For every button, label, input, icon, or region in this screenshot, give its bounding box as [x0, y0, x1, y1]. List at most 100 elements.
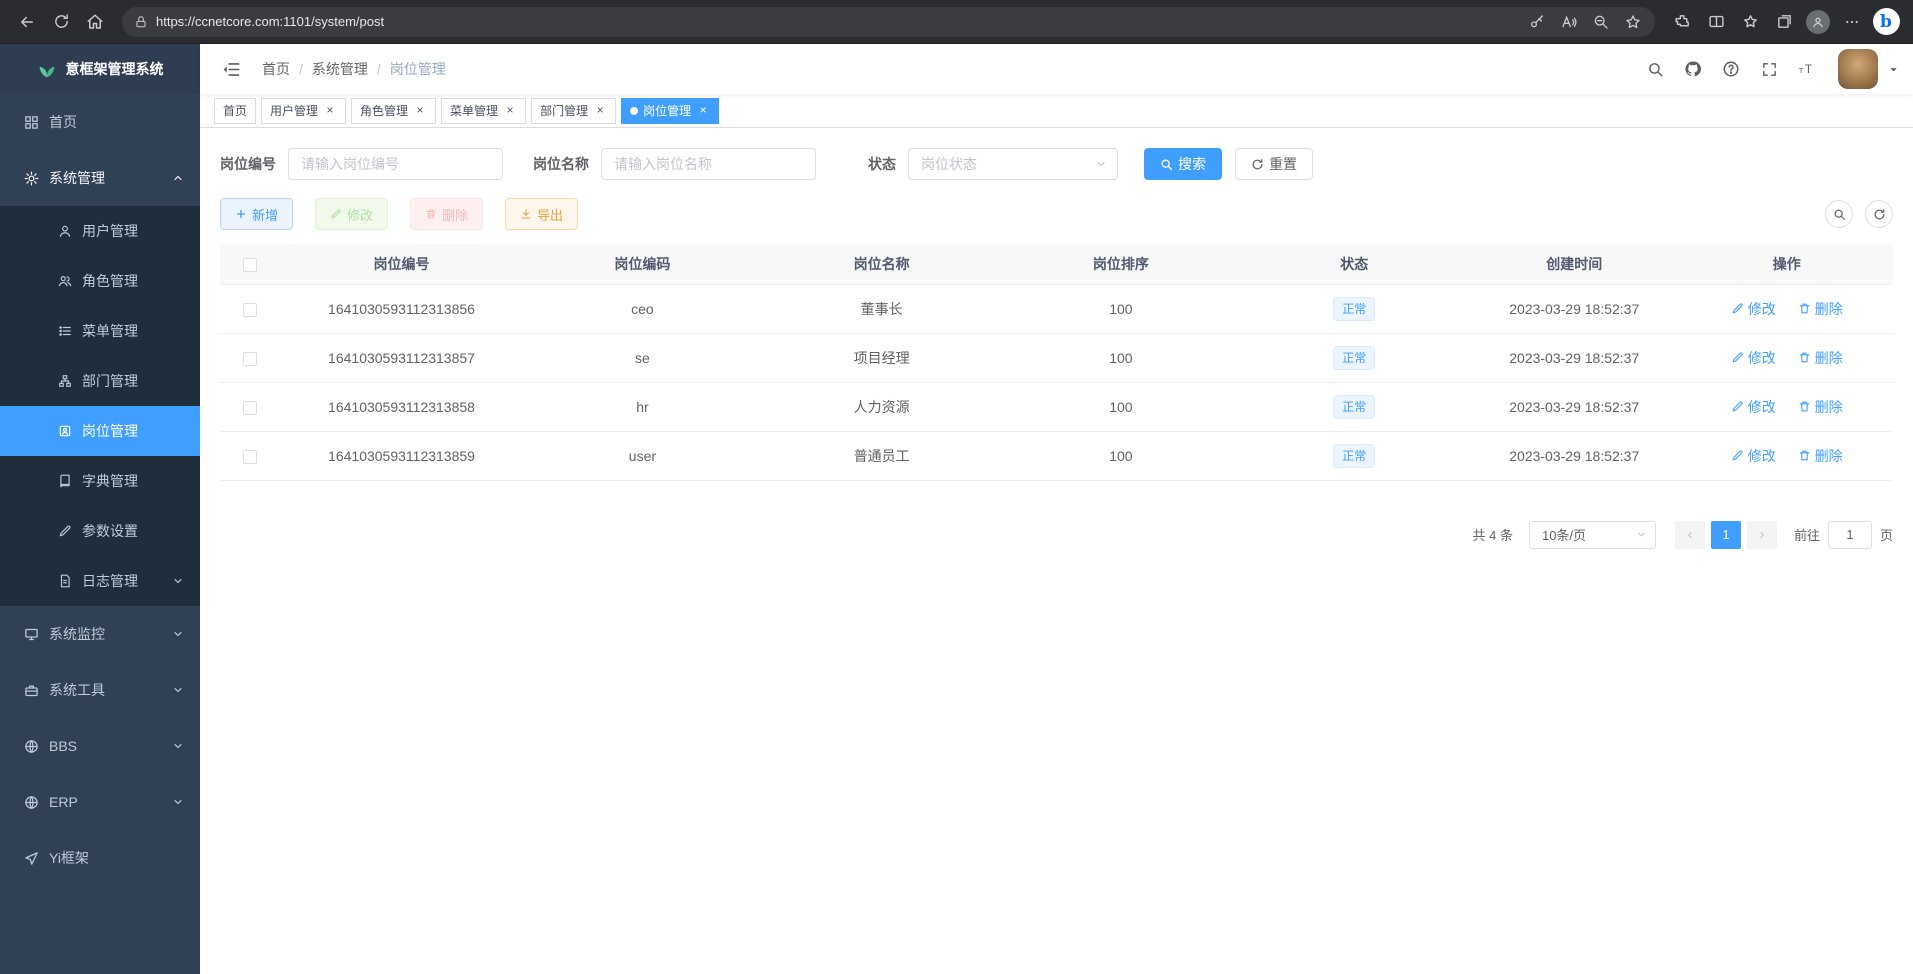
edit-button[interactable]: 修改 — [315, 198, 388, 230]
help-button[interactable] — [1716, 54, 1746, 84]
favorite-this-page-button[interactable] — [1617, 9, 1649, 35]
tab-close-icon[interactable]: × — [323, 104, 337, 118]
split-screen-button[interactable] — [1699, 6, 1733, 38]
zoom-button[interactable] — [1585, 9, 1617, 35]
font-size-button[interactable]: TT — [1792, 54, 1822, 84]
show-search-button[interactable] — [1825, 200, 1853, 228]
status-badge: 正常 — [1333, 346, 1375, 370]
row-checkbox[interactable] — [243, 303, 257, 317]
browser-home-button[interactable] — [78, 6, 112, 38]
monitor-icon — [24, 627, 39, 642]
tab-close-icon[interactable]: × — [413, 104, 427, 118]
table-toolbar: 新增 修改 删除 导出 — [220, 198, 1893, 230]
svg-text:T: T — [1799, 66, 1804, 75]
row-edit-link[interactable]: 修改 — [1731, 446, 1776, 466]
export-button[interactable]: 导出 — [505, 198, 578, 230]
reload-button[interactable] — [44, 6, 78, 38]
sidebar-item-dictionary[interactable]: 字典管理 — [0, 456, 200, 506]
avatar-caret-button[interactable] — [1888, 64, 1899, 75]
post-code-input[interactable] — [288, 148, 503, 180]
status-select[interactable]: 岗位状态 — [908, 148, 1118, 180]
chevron-down-icon — [172, 684, 184, 696]
password-button[interactable] — [1521, 9, 1553, 35]
sidebar-item-departments[interactable]: 部门管理 — [0, 356, 200, 406]
sidebar-item-system[interactable]: 系统管理 — [0, 150, 200, 206]
page-number-button[interactable]: 1 — [1711, 521, 1741, 549]
table-row[interactable]: 1641030593112313858 hr 人力资源 100 正常 2023-… — [220, 382, 1893, 431]
sidebar-item-posts[interactable]: 岗位管理 — [0, 406, 200, 456]
delete-button[interactable]: 删除 — [410, 198, 483, 230]
tab-home[interactable]: 首页 — [214, 98, 256, 124]
page-size-select[interactable]: 10条/页 — [1529, 521, 1656, 549]
sidebar-item-parameters[interactable]: 参数设置 — [0, 506, 200, 556]
search-button[interactable]: 搜索 — [1144, 148, 1222, 180]
tab-menus[interactable]: 菜单管理 × — [441, 98, 526, 124]
row-delete-link[interactable]: 删除 — [1798, 446, 1843, 466]
row-checkbox[interactable] — [243, 401, 257, 415]
select-all-checkbox[interactable] — [243, 258, 257, 272]
table-row[interactable]: 1641030593112313857 se 项目经理 100 正常 2023-… — [220, 333, 1893, 382]
row-delete-link[interactable]: 删除 — [1798, 348, 1843, 368]
reset-button[interactable]: 重置 — [1235, 148, 1313, 180]
sidebar-item-users[interactable]: 用户管理 — [0, 206, 200, 256]
table-row[interactable]: 1641030593112313859 user 普通员工 100 正常 202… — [220, 431, 1893, 480]
sidebar-item-bbs[interactable]: BBS — [0, 718, 200, 774]
tab-posts[interactable]: 岗位管理 × — [621, 98, 719, 124]
header-search-button[interactable] — [1640, 54, 1670, 84]
tab-close-icon[interactable]: × — [696, 104, 710, 118]
row-edit-link[interactable]: 修改 — [1731, 397, 1776, 417]
sidebar-item-logs[interactable]: 日志管理 — [0, 556, 200, 606]
browser-settings-button[interactable] — [1835, 6, 1869, 38]
row-delete-label: 删除 — [1815, 348, 1843, 368]
sidebar-item-erp[interactable]: ERP — [0, 774, 200, 830]
sidebar-item-framework[interactable]: Yi框架 — [0, 830, 200, 886]
post-name-input[interactable] — [601, 148, 816, 180]
github-button[interactable] — [1678, 54, 1708, 84]
tab-roles[interactable]: 角色管理 × — [351, 98, 436, 124]
avatar[interactable] — [1838, 49, 1878, 89]
browser-profile-button[interactable] — [1801, 6, 1835, 38]
tab-users[interactable]: 用户管理 × — [261, 98, 346, 124]
fullscreen-button[interactable] — [1754, 54, 1784, 84]
row-checkbox[interactable] — [243, 450, 257, 464]
back-button[interactable] — [10, 6, 44, 38]
breadcrumb-section[interactable]: 系统管理 — [312, 59, 368, 79]
tab-close-icon[interactable]: × — [503, 104, 517, 118]
add-button[interactable]: 新增 — [220, 198, 293, 230]
tab-departments[interactable]: 部门管理 × — [531, 98, 616, 124]
collections-button[interactable] — [1767, 6, 1801, 38]
extensions-button[interactable] — [1665, 6, 1699, 38]
sidebar-item-tools[interactable]: 系统工具 — [0, 662, 200, 718]
refresh-icon — [1251, 158, 1264, 171]
address-bar[interactable]: https://ccnetcore.com:1101/system/post — [122, 7, 1655, 37]
row-edit-link[interactable]: 修改 — [1731, 299, 1776, 319]
next-page-button[interactable]: › — [1747, 521, 1777, 549]
row-delete-link[interactable]: 删除 — [1798, 397, 1843, 417]
search-icon — [1833, 208, 1846, 221]
read-aloud-button[interactable] — [1553, 9, 1585, 35]
refresh-table-button[interactable] — [1865, 200, 1893, 228]
sidebar-item-menus[interactable]: 菜单管理 — [0, 306, 200, 356]
sidebar-item-roles[interactable]: 角色管理 — [0, 256, 200, 306]
row-delete-link[interactable]: 删除 — [1798, 299, 1843, 319]
copilot-button[interactable]: b — [1869, 6, 1903, 38]
chevron-down-icon — [1095, 158, 1107, 170]
extensions-icon — [1674, 13, 1691, 30]
sidebar-item-monitor[interactable]: 系统监控 — [0, 606, 200, 662]
sidebar-label-logs: 日志管理 — [82, 571, 138, 591]
logo[interactable]: 意框架管理系统 — [0, 44, 200, 94]
prev-page-button[interactable]: ‹ — [1675, 521, 1705, 549]
row-edit-link[interactable]: 修改 — [1731, 348, 1776, 368]
sidebar-toggle-button[interactable] — [214, 52, 248, 86]
sidebar-item-home[interactable]: 首页 — [0, 94, 200, 150]
list-icon — [58, 324, 72, 338]
row-checkbox[interactable] — [243, 352, 257, 366]
goto-page-input[interactable] — [1828, 521, 1872, 549]
tab-close-icon[interactable]: × — [593, 104, 607, 118]
sidebar-label-posts: 岗位管理 — [82, 421, 138, 441]
column-post-id: 岗位编号 — [280, 244, 523, 284]
breadcrumb-home[interactable]: 首页 — [262, 59, 290, 79]
copilot-icon: b — [1873, 8, 1900, 35]
favorites-button[interactable] — [1733, 6, 1767, 38]
table-row[interactable]: 1641030593112313856 ceo 董事长 100 正常 2023-… — [220, 284, 1893, 333]
